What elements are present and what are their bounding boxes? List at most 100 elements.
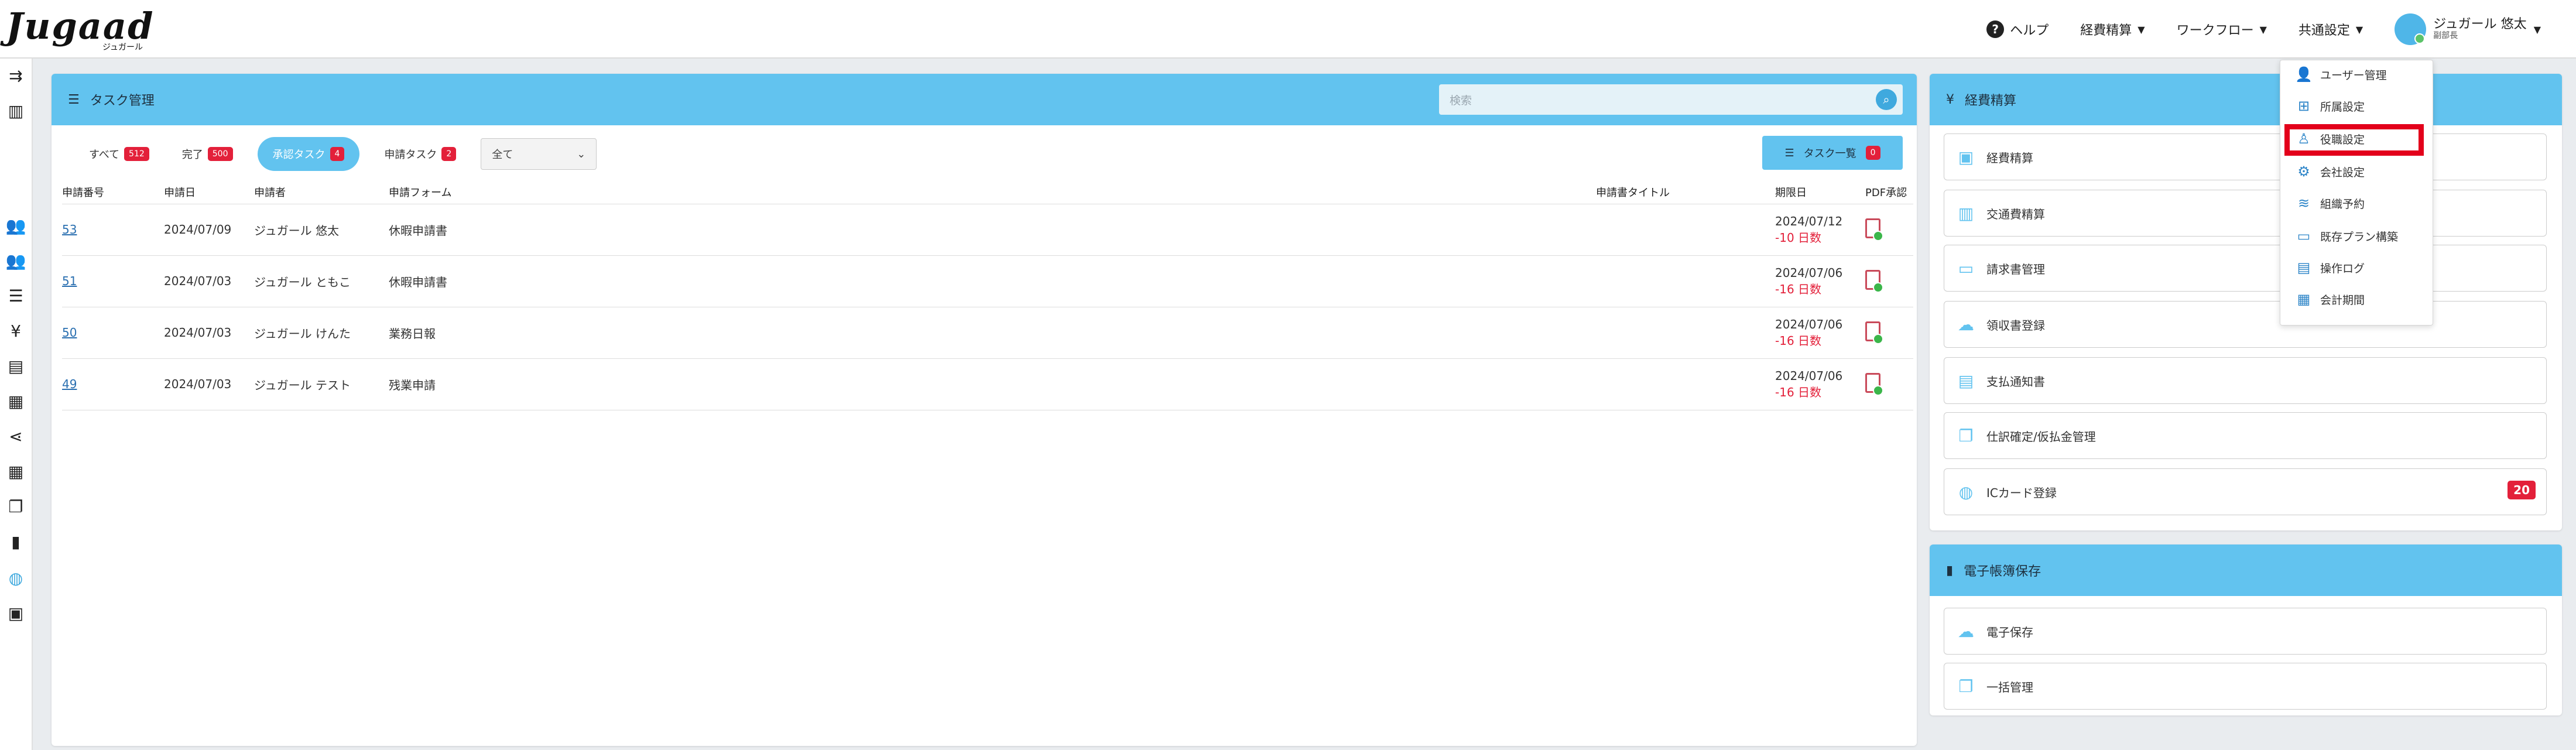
caret-down-icon: ▼ (2533, 23, 2541, 35)
task-form: 残業申請 (389, 358, 1596, 410)
menu-company-settings[interactable]: ⚙ 会社設定 (2296, 163, 2365, 180)
col-number: 申請番号 (62, 180, 164, 204)
due-date: 2024/07/06 (1775, 317, 1843, 331)
users-icon[interactable]: 👥 (6, 215, 26, 235)
task-management-panel: ☰ タスク管理 検索 ⌕ すべて 512 完了 500 承認タスク 4 申請タス… (52, 74, 1917, 746)
task-date: 2024/07/03 (164, 307, 254, 359)
pdf-approve-icon[interactable] (1865, 372, 1883, 396)
ic-card-register-card[interactable]: ◍ ICカード登録 20 (1944, 468, 2547, 515)
menu-user-management-label: ユーザー管理 (2320, 69, 2387, 82)
nav-expense-menu[interactable]: 経費精算 ▼ (2080, 20, 2145, 39)
receipt-register-card[interactable]: ☁ 領収書登録 (1944, 301, 2547, 348)
task-number-link[interactable]: 50 (62, 326, 77, 340)
tab-application-count: 2 (441, 147, 457, 161)
menu-position-label: 役職設定 (2320, 133, 2365, 146)
expense-card[interactable]: ▣ 経費精算 (1944, 133, 2547, 180)
bulk-management-card[interactable]: ❐ 一括管理 (1944, 663, 2547, 710)
list-icon[interactable]: ☰ (6, 286, 26, 306)
gear-icon: ⚙ (2297, 163, 2310, 180)
search-input[interactable]: 検索 ⌕ (1439, 84, 1903, 115)
task-number-link[interactable]: 49 (62, 377, 77, 391)
copy-icon: ❐ (1958, 676, 1974, 696)
table-icon[interactable]: ▦ (6, 461, 26, 481)
expense-panel: ¥ 経費精算 ▣ 経費精算 ▥ 交通費精算 ▭ 請求書管理 ☁ 領収書登録 ▤ … (1930, 74, 2562, 530)
payment-notice-label: 支払通知書 (1986, 374, 2045, 389)
logo-subtext: ジュガール (102, 43, 143, 52)
search-icon[interactable]: ⌕ (1876, 89, 1897, 110)
tab-application-tasks[interactable]: 申請タスク 2 (376, 141, 464, 167)
overdue-days: -16 日数 (1775, 282, 1822, 296)
journal-card[interactable]: ❐ 仕訳確定/仮払金管理 (1944, 412, 2547, 459)
table-row: 50 2024/07/03 ジュガール けんた 業務日報 2024/07/06 … (62, 307, 1913, 359)
tab-completed-count: 500 (207, 147, 233, 161)
nav-common-settings-menu[interactable]: 共通設定 ▼ (2298, 20, 2363, 39)
globe-icon[interactable]: ◍ (6, 568, 26, 588)
menu-user-management[interactable]: 👤 ユーザー管理 (2295, 66, 2387, 83)
menu-organization-reservation[interactable]: ≋ 組織予約 (2296, 195, 2365, 211)
status-select[interactable]: 全て ⌄ (481, 138, 597, 170)
pdf-approve-icon[interactable] (1865, 218, 1883, 241)
tab-completed[interactable]: 完了 500 (174, 141, 241, 167)
caret-down-icon: ▼ (2355, 23, 2363, 35)
pdf-approve-icon[interactable] (1865, 269, 1883, 293)
collapse-icon[interactable]: ⇉ (6, 66, 26, 85)
help-link[interactable]: ? ヘルプ (1986, 20, 2049, 39)
common-settings-dropdown: 👤 ユーザー管理 ⊞ 所属設定 ♙ 役職設定 ⚙ 会社設定 ≋ 組織予約 ▭ 既… (2280, 60, 2433, 326)
file-icon[interactable]: ▮ (6, 532, 26, 552)
nav-expense-label: 経費精算 (2080, 23, 2132, 38)
cloud-upload-icon: ☁ (1958, 621, 1974, 641)
e-storage-card[interactable]: ☁ 電子保存 (1944, 608, 2547, 655)
payment-notice-card[interactable]: ▤ 支払通知書 (1944, 357, 2547, 404)
tab-approval-count: 4 (330, 147, 345, 161)
task-number-link[interactable]: 51 (62, 274, 77, 288)
task-list-label: タスク一覧 (1803, 148, 1856, 160)
task-due: 2024/07/06 -16 日数 (1775, 255, 1865, 307)
share-icon[interactable]: ⋖ (6, 426, 26, 446)
user-role: 副部長 (2433, 31, 2458, 41)
table-row: 51 2024/07/03 ジュガール ともこ 休暇申請書 2024/07/06… (62, 255, 1913, 307)
expense-panel-header: ¥ 経費精算 (1930, 74, 2562, 125)
user-menu[interactable]: ジュガール 悠太 副部長 ▼ (2395, 13, 2541, 45)
task-date: 2024/07/09 (164, 204, 254, 256)
status-select-value: 全て (492, 149, 513, 161)
menu-position-settings[interactable]: ♙ 役職設定 (2296, 131, 2365, 147)
menu-operation-log[interactable]: ▤ 操作ログ (2296, 259, 2365, 276)
tab-all[interactable]: すべて 512 (81, 141, 157, 167)
task-list-button[interactable]: ☰ タスク一覧 0 (1762, 136, 1903, 170)
user-plus-icon: 👤 (2295, 66, 2313, 83)
yen-icon[interactable]: ¥ (6, 321, 26, 341)
tab-approval-tasks[interactable]: 承認タスク 4 (257, 137, 360, 171)
building-icon[interactable]: ▥ (6, 101, 26, 121)
document-list-icon[interactable]: ▤ (6, 356, 26, 376)
task-date: 2024/07/03 (164, 255, 254, 307)
task-applicant: ジュガール ともこ (254, 255, 389, 307)
search-placeholder: 検索 (1450, 94, 1472, 107)
help-label: ヘルプ (2010, 23, 2049, 38)
transport-expense-card[interactable]: ▥ 交通費精算 (1944, 190, 2547, 237)
col-pdf: PDF承認 (1865, 180, 1913, 204)
nav-workflow-menu[interactable]: ワークフロー ▼ (2177, 20, 2267, 39)
invoice-management-card[interactable]: ▭ 請求書管理 (1944, 245, 2547, 292)
logo[interactable]: Jugaad ジュガール (6, 5, 154, 52)
wallet-icon[interactable]: ▣ (6, 603, 26, 623)
team-icon[interactable]: 👥 (6, 251, 26, 270)
menu-affiliation-settings[interactable]: ⊞ 所属設定 (2296, 98, 2365, 114)
camera-icon: ▣ (1958, 147, 1974, 167)
task-title (1596, 204, 1775, 256)
transport-expense-label: 交通費精算 (1986, 207, 2045, 221)
tab-all-label: すべて (89, 149, 120, 161)
receipt-icon[interactable]: ▦ (6, 391, 26, 411)
copy-icon[interactable]: ❐ (6, 496, 26, 516)
table-row: 53 2024/07/09 ジュガール 悠太 休暇申請書 2024/07/12 … (62, 204, 1913, 256)
menu-plan-building[interactable]: ▭ 既存プラン構築 (2296, 228, 2398, 244)
menu-accounting-period[interactable]: ▦ 会計期間 (2296, 291, 2365, 307)
task-number-link[interactable]: 53 (62, 222, 77, 237)
pdf-approve-icon[interactable] (1865, 321, 1883, 344)
caret-down-icon: ▼ (2259, 23, 2267, 35)
card-icon: ▭ (2297, 228, 2311, 244)
overdue-days: -16 日数 (1775, 385, 1822, 399)
task-form: 休暇申請書 (389, 255, 1596, 307)
list-icon: ☰ (1784, 146, 1794, 159)
task-table: 申請番号 申請日 申請者 申請フォーム 申請書タイトル 期限日 PDF承認 53… (62, 180, 1913, 410)
overdue-days: -16 日数 (1775, 333, 1822, 348)
